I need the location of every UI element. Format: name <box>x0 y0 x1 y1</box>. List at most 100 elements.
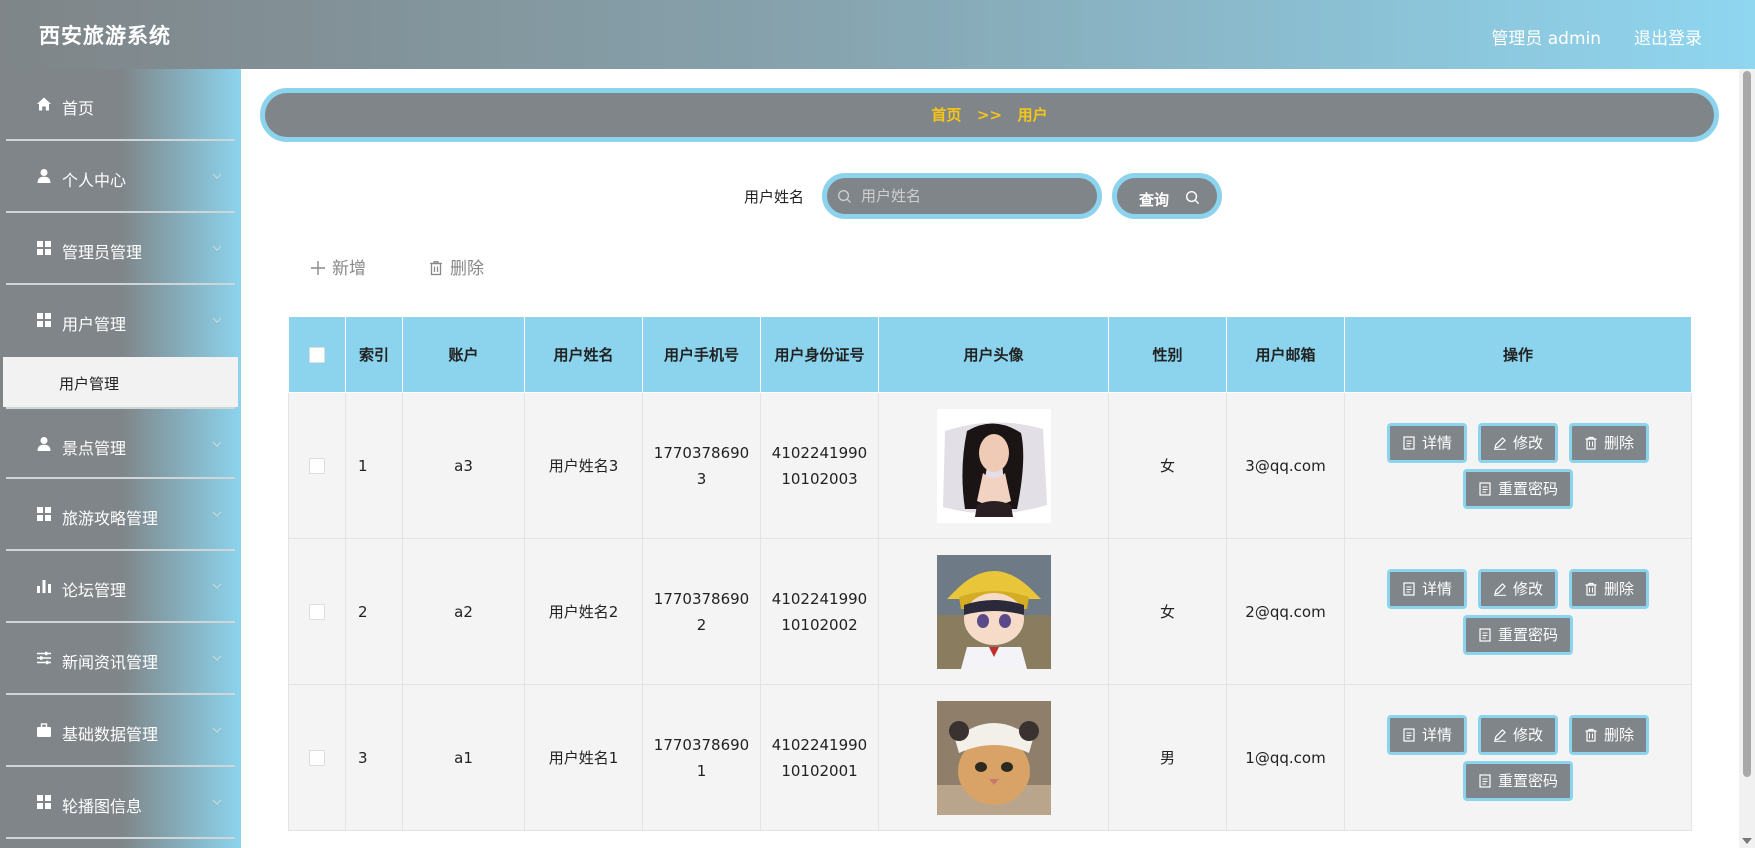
sidebar-item-home[interactable]: 首页 <box>6 69 235 141</box>
detail-button[interactable]: 详情 <box>1386 568 1467 609</box>
cell-account: a2 <box>402 538 525 685</box>
user-avatar-image[interactable] <box>936 554 1051 669</box>
chevron-down-icon <box>212 441 222 447</box>
current-user-label: 管理员 admin <box>1491 29 1601 49</box>
plus-icon <box>311 261 325 275</box>
vertical-scrollbar[interactable] <box>1739 69 1755 848</box>
scroll-down-arrow-icon[interactable] <box>1742 838 1752 844</box>
grid-icon <box>37 507 51 521</box>
table-row: 1 a3 用户姓名3 17703786903 41022419901010200… <box>288 392 1692 539</box>
row-checkbox[interactable] <box>309 458 325 474</box>
search-box <box>822 173 1102 219</box>
cell-actions: 详情 修改 删除 重置密码 <box>1344 392 1692 539</box>
sidebar-item-carousel-info[interactable]: 轮播图信息 <box>6 767 235 839</box>
scrollbar-thumb[interactable] <box>1743 71 1751 777</box>
query-button[interactable]: 查询 <box>1112 173 1222 219</box>
sidebar-item-label: 轮播图信息 <box>62 797 143 816</box>
chevron-down-icon <box>212 799 222 805</box>
main-content: 首页 >> 用户 用户姓名 查询 新增 删除 索引 账户 用户姓名 用户手机号 … <box>241 69 1739 848</box>
cell-gender: 女 <box>1108 538 1227 685</box>
breadcrumb-current: 用户 <box>1017 106 1048 124</box>
cell-actions: 详情 修改 删除 重置密码 <box>1344 684 1692 831</box>
sidebar-item-attraction-management[interactable]: 景点管理 <box>6 407 235 479</box>
top-header: 西安旅游系统 管理员 admin 退出登录 <box>0 0 1755 69</box>
edit-icon <box>1493 582 1506 596</box>
cell-email: 3@qq.com <box>1226 392 1345 539</box>
user-avatar-image[interactable] <box>936 408 1051 523</box>
cell-avatar <box>878 684 1109 831</box>
column-header: 用户身份证号 <box>760 316 879 393</box>
row-checkbox[interactable] <box>309 750 325 766</box>
sidebar-item-user-management[interactable]: 用户管理 <box>6 285 235 357</box>
trash-icon <box>1585 582 1597 596</box>
chevron-down-icon <box>212 173 222 179</box>
sidebar-item-label: 基础数据管理 <box>62 725 159 744</box>
cell-phone: 17703786901 <box>642 684 761 831</box>
cell-id-card: 410224199010102002 <box>760 538 879 685</box>
cell-phone: 17703786903 <box>642 392 761 539</box>
user-name-search-input[interactable] <box>861 184 1081 208</box>
sidebar-item-admin-management[interactable]: 管理员管理 <box>6 213 235 285</box>
search-icon <box>838 190 852 204</box>
user-icon <box>37 437 51 451</box>
sidebar-subitem-user-management[interactable]: 用户管理 <box>3 357 238 407</box>
cell-name: 用户姓名2 <box>524 538 643 685</box>
column-header: 用户邮箱 <box>1226 316 1345 393</box>
select-all-checkbox[interactable] <box>309 347 325 363</box>
app-title: 西安旅游系统 <box>39 24 171 48</box>
sidebar-item-news-management[interactable]: 新闻资讯管理 <box>6 623 235 695</box>
sidebar-item-personal-center[interactable]: 个人中心 <box>6 141 235 213</box>
sidebar-item-base-data-management[interactable]: 基础数据管理 <box>6 695 235 767</box>
cell-phone: 17703786902 <box>642 538 761 685</box>
cell-index: 2 <box>345 538 403 685</box>
sidebar-subitem-label: 用户管理 <box>59 375 120 393</box>
edit-icon <box>1493 728 1506 742</box>
document-icon <box>1479 481 1491 496</box>
sidebar-item-label: 用户管理 <box>62 315 127 334</box>
document-icon <box>1403 581 1415 596</box>
sidebar-item-travel-guide-management[interactable]: 旅游攻略管理 <box>6 479 235 551</box>
chevron-down-icon <box>212 583 222 589</box>
cell-gender: 男 <box>1108 684 1227 831</box>
document-icon <box>1403 435 1415 450</box>
delete-button[interactable]: 删除 <box>1569 568 1650 609</box>
cell-account: a1 <box>402 684 525 831</box>
chevron-down-icon <box>212 245 222 251</box>
add-button-label: 新增 <box>332 259 366 279</box>
breadcrumb-separator: >> <box>976 106 1003 124</box>
batch-delete-button[interactable]: 删除 <box>428 254 484 279</box>
home-icon <box>37 97 51 111</box>
bar-chart-icon <box>37 580 51 593</box>
delete-button[interactable]: 删除 <box>1569 714 1650 755</box>
document-icon <box>1403 727 1415 742</box>
cell-name: 用户姓名3 <box>524 392 643 539</box>
edit-button[interactable]: 修改 <box>1477 568 1558 609</box>
sidebar-item-label: 个人中心 <box>62 171 127 190</box>
trash-icon <box>430 261 442 276</box>
row-select-cell <box>288 392 346 539</box>
edit-button[interactable]: 修改 <box>1477 422 1558 463</box>
chevron-down-icon <box>212 317 222 323</box>
detail-button[interactable]: 详情 <box>1386 422 1467 463</box>
reset-password-button[interactable]: 重置密码 <box>1462 760 1573 801</box>
logout-link[interactable]: 退出登录 <box>1634 24 1702 49</box>
column-header: 用户头像 <box>878 316 1109 393</box>
column-header: 性别 <box>1108 316 1227 393</box>
row-checkbox[interactable] <box>309 604 325 620</box>
sidebar: 首页 个人中心 管理员管理 用户管理 用户管理 景点管理 旅游攻略管理 论坛管理… <box>0 69 241 848</box>
delete-button[interactable]: 删除 <box>1569 422 1650 463</box>
row-select-cell <box>288 538 346 685</box>
cell-id-card: 410224199010102001 <box>760 684 879 831</box>
chevron-down-icon <box>212 655 222 661</box>
edit-button[interactable]: 修改 <box>1477 714 1558 755</box>
reset-password-button[interactable]: 重置密码 <box>1462 468 1573 509</box>
table-row: 3 a1 用户姓名1 17703786901 41022419901010200… <box>288 684 1692 831</box>
detail-button[interactable]: 详情 <box>1386 714 1467 755</box>
cell-index: 3 <box>345 684 403 831</box>
add-button[interactable]: 新增 <box>310 254 366 279</box>
column-header: 账户 <box>402 316 525 393</box>
sidebar-item-forum-management[interactable]: 论坛管理 <box>6 551 235 623</box>
user-avatar-image[interactable] <box>936 700 1051 815</box>
reset-password-button[interactable]: 重置密码 <box>1462 614 1573 655</box>
breadcrumb-home[interactable]: 首页 <box>931 106 961 124</box>
